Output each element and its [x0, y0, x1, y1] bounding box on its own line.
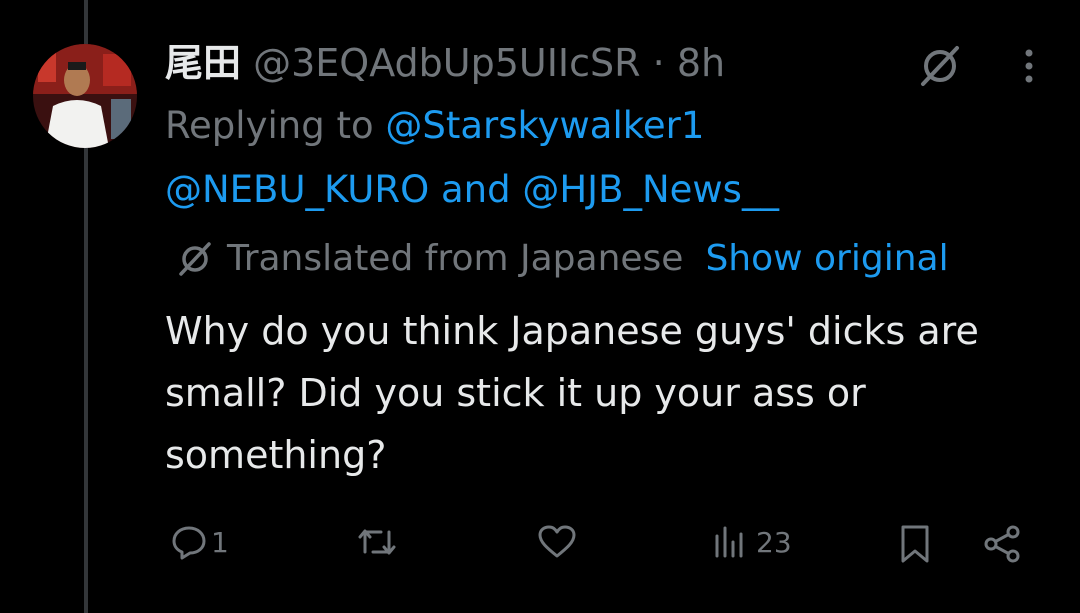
- mention-link[interactable]: @NEBU_KURO: [165, 168, 429, 211]
- views-count: 23: [756, 525, 792, 559]
- mention-link[interactable]: @HJB_News__: [522, 168, 779, 211]
- replying-to-line: Replying to @Starskywalker1: [165, 100, 704, 152]
- translate-slash-icon: [175, 239, 215, 279]
- reply-bubble-icon: [169, 522, 209, 562]
- reply-join: and: [440, 168, 511, 211]
- avatar-image: [33, 44, 137, 148]
- share-icon: [980, 522, 1024, 566]
- like-button[interactable]: [535, 522, 579, 562]
- avatar[interactable]: [33, 44, 137, 148]
- views-bars-icon: [710, 522, 750, 562]
- reply-count: 1: [211, 525, 229, 559]
- retweet-icon: [355, 522, 399, 562]
- more-vertical-icon[interactable]: [1023, 44, 1035, 88]
- bookmark-icon: [895, 522, 935, 566]
- replying-to-line-2: @NEBU_KURO and @HJB_News__: [165, 164, 779, 216]
- translation-bar: Translated from Japanese Show original: [175, 234, 949, 284]
- mention-link[interactable]: @Starskywalker1: [385, 104, 704, 147]
- retweet-button[interactable]: [355, 522, 399, 562]
- tweet-time[interactable]: 8h: [677, 41, 725, 85]
- bookmark-button[interactable]: [895, 522, 935, 566]
- replying-prefix: Replying to: [165, 104, 374, 147]
- grok-slash-icon[interactable]: [915, 44, 965, 88]
- reply-button[interactable]: 1: [169, 522, 229, 562]
- tweet-actions: 1 23: [165, 522, 1045, 578]
- translated-label: Translated from Japanese: [227, 238, 684, 279]
- tweet-header: 尾田 @3EQAdbUp5UIIcSR · 8h: [165, 38, 725, 88]
- user-handle[interactable]: @3EQAdbUp5UIIcSR: [253, 41, 640, 85]
- separator-dot: ·: [652, 41, 665, 85]
- views-button[interactable]: 23: [710, 522, 792, 562]
- share-button[interactable]: [980, 522, 1024, 566]
- tweet-text: Why do you think Japanese guys' dicks ar…: [165, 309, 979, 477]
- show-original-link[interactable]: Show original: [705, 234, 948, 284]
- heart-icon: [535, 522, 579, 562]
- display-name[interactable]: 尾田: [165, 41, 241, 85]
- header-actions: [915, 44, 1035, 88]
